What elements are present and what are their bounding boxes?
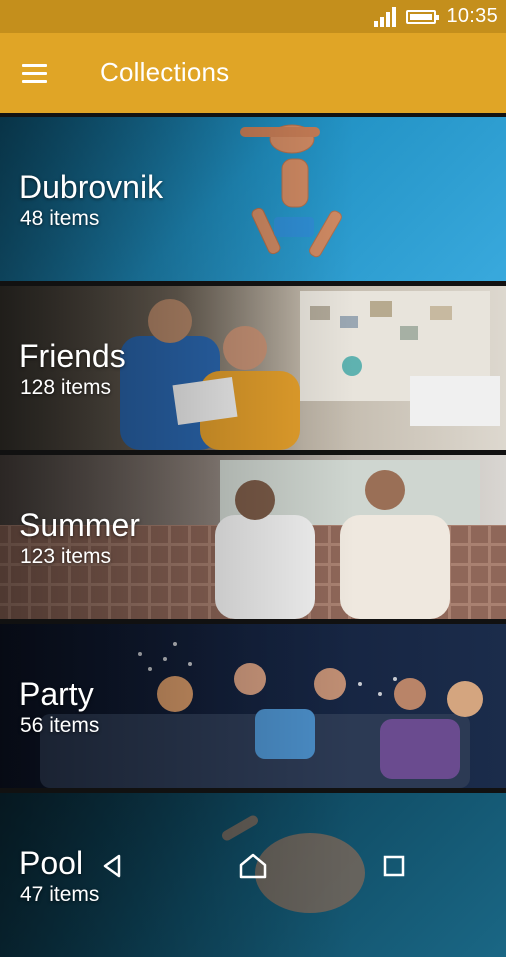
collection-count: 128 items <box>20 376 112 399</box>
collection-count: 123 items <box>20 545 112 568</box>
collection-title: Dubrovnik <box>19 169 164 205</box>
status-bar: 10:35 <box>0 0 506 33</box>
collection-card-friends[interactable]: Friends 128 items <box>0 286 506 450</box>
page-title: Collections <box>100 57 230 87</box>
signal-icon <box>374 6 397 27</box>
collection-card-summer[interactable]: Summer 123 items <box>0 455 506 619</box>
back-icon[interactable] <box>92 848 132 884</box>
home-icon[interactable] <box>233 848 273 884</box>
collection-count: 48 items <box>20 207 100 230</box>
status-time: 10:35 <box>446 5 498 27</box>
status-icons: 10:35 <box>374 4 498 29</box>
collection-count: 56 items <box>20 714 100 737</box>
battery-icon <box>406 9 440 24</box>
collection-title: Summer <box>19 507 140 543</box>
navigation-bar <box>0 828 506 900</box>
collection-title: Party <box>19 676 94 712</box>
app-bar: Collections <box>0 33 506 113</box>
hamburger-menu-icon[interactable] <box>12 51 56 95</box>
collection-card-dubrovnik[interactable]: Dubrovnik 48 items <box>0 117 506 281</box>
collection-card-party[interactable]: Party 56 items <box>0 624 506 788</box>
recent-apps-icon[interactable] <box>374 848 414 884</box>
collection-title: Friends <box>19 338 126 374</box>
